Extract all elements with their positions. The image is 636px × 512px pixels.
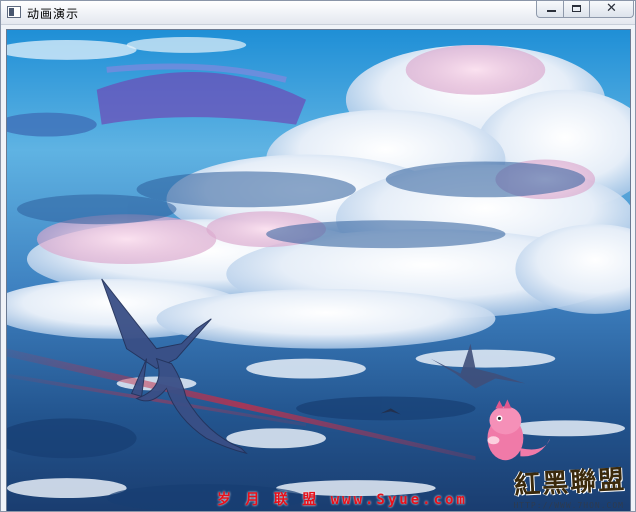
animation-canvas[interactable]: 岁 月 联 盟 www.Syue.com 紅黑聯盟 HTTP://WWW.7HO… — [6, 29, 631, 511]
animation-demo-window: 动画演示 ✕ 岁 月 联 盟 www.Syue.com 紅黑聯盟 HTTP://… — [0, 0, 636, 512]
site-watermark-text: 岁 月 联 盟 www.Syue.com — [217, 492, 468, 508]
brand-url-text: HTTP://WWW.7HON.COM — [513, 501, 624, 510]
sky-scene-image — [7, 30, 630, 511]
window-title: 动画演示 — [27, 7, 80, 21]
window-controls: ✕ — [536, 1, 634, 19]
close-icon: ✕ — [606, 1, 617, 16]
close-button[interactable]: ✕ — [590, 1, 634, 18]
app-window-icon[interactable] — [7, 6, 21, 18]
minimize-button[interactable] — [536, 1, 564, 18]
maximize-button[interactable] — [564, 1, 590, 18]
brand-logo-text: 紅黑聯盟 — [513, 465, 627, 501]
minimize-icon — [547, 10, 556, 12]
maximize-icon — [572, 5, 581, 12]
title-bar[interactable]: 动画演示 ✕ — [1, 1, 635, 25]
